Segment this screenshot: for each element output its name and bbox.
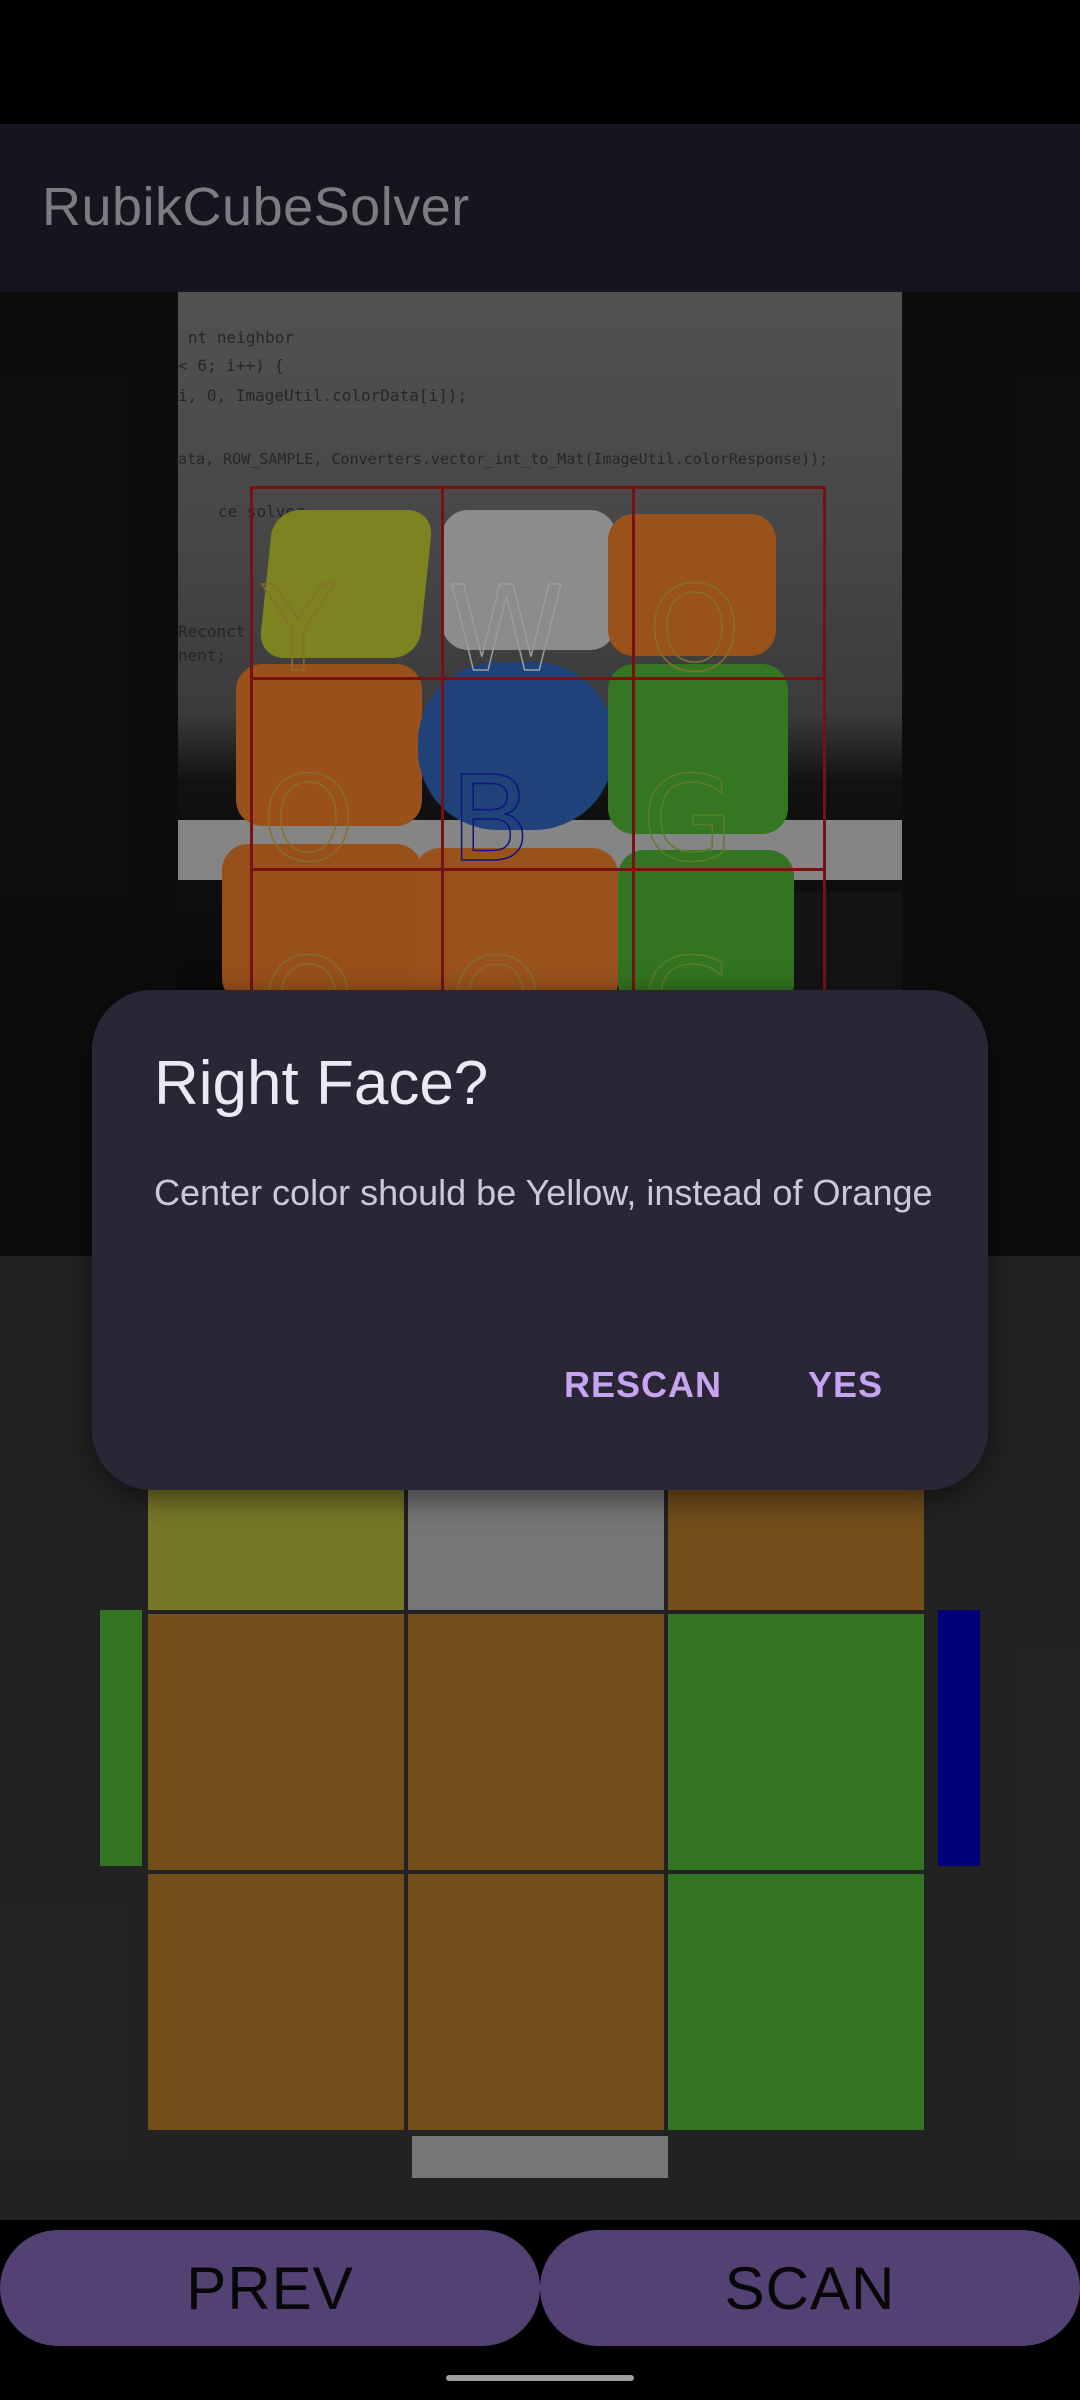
- dialog-message: Center color should be Yellow, instead o…: [154, 1172, 933, 1213]
- confirm-dialog: Right Face? Center color should be Yello…: [92, 990, 988, 1490]
- yes-button[interactable]: YES: [808, 1364, 883, 1406]
- rescan-button[interactable]: RESCAN: [564, 1364, 722, 1406]
- dialog-title: Right Face?: [154, 1049, 489, 1118]
